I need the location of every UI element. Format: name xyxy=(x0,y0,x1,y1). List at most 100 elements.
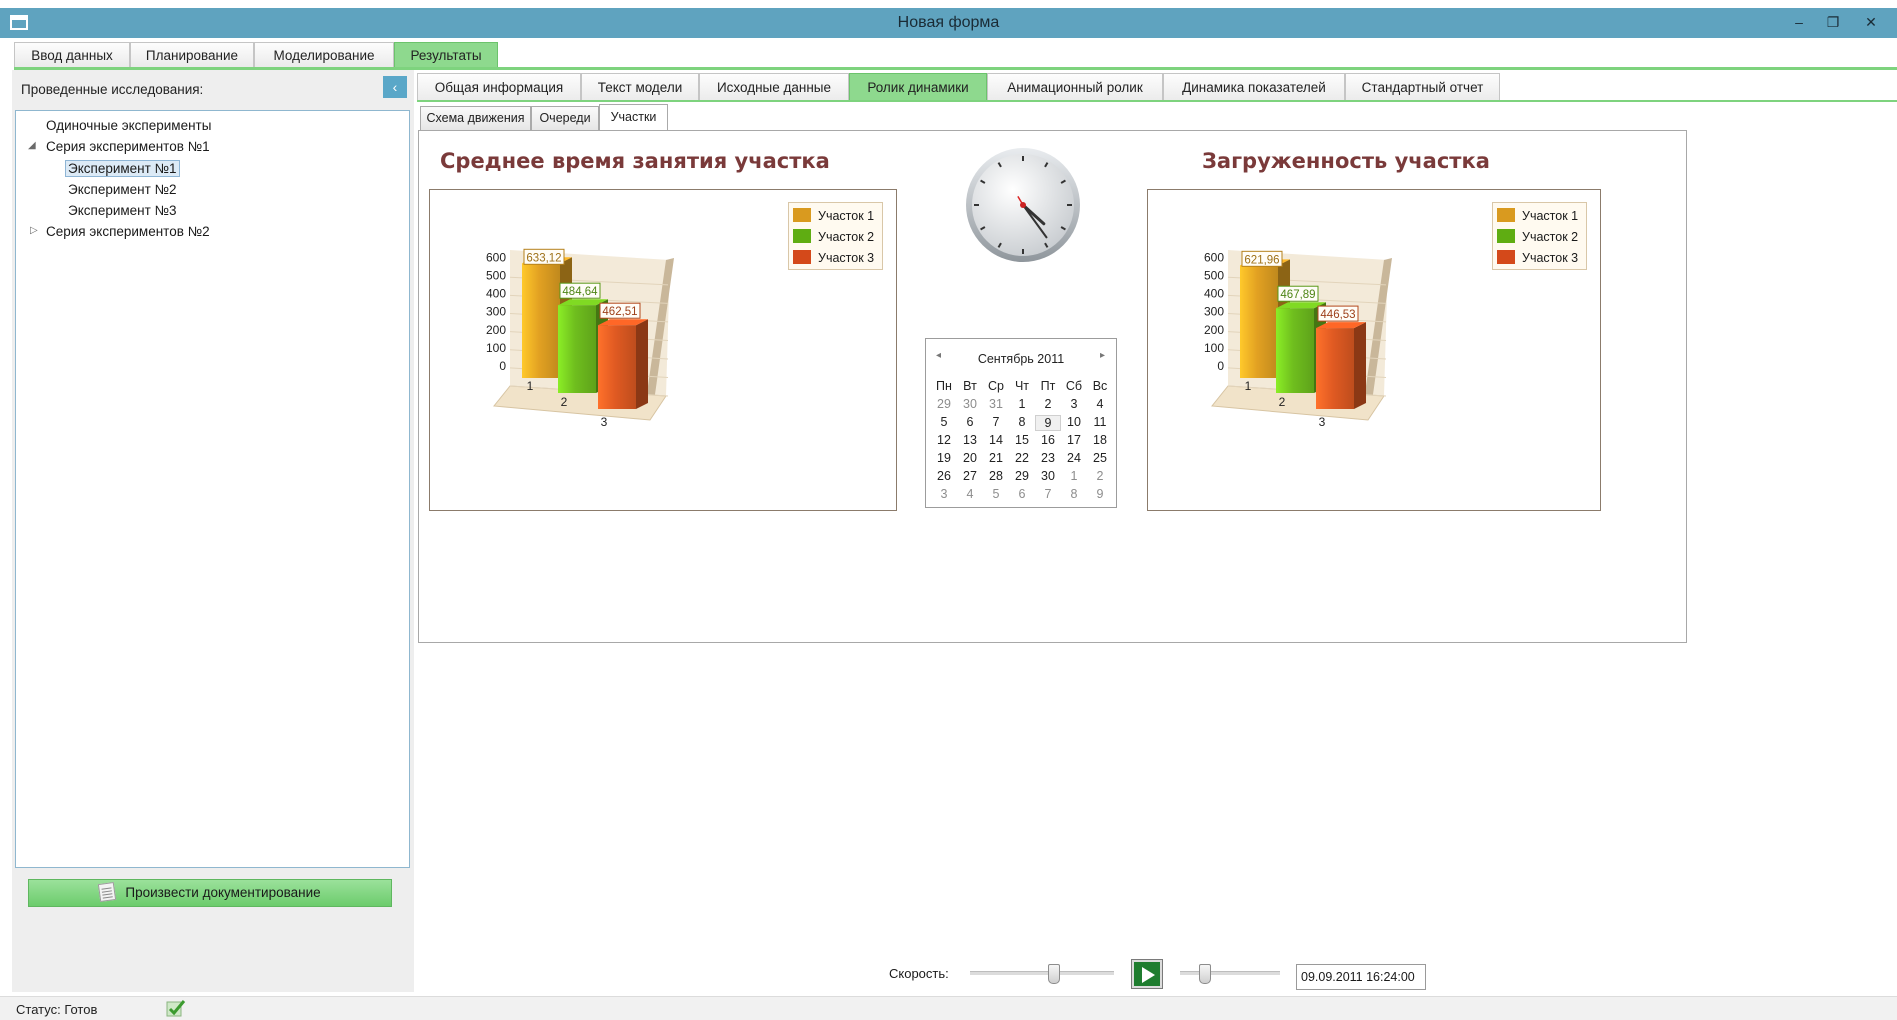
calendar-day[interactable]: 30 xyxy=(1035,469,1061,483)
speed-slider[interactable] xyxy=(970,971,1114,975)
results-tabs-divider xyxy=(417,100,1897,102)
window-title: Новая форма xyxy=(897,14,1000,31)
calendar-day[interactable]: 5 xyxy=(931,415,957,429)
calendar-day[interactable]: 22 xyxy=(1009,451,1035,465)
calendar-day-of-week: Пн xyxy=(936,379,952,393)
restore-button[interactable]: ❐ xyxy=(1820,12,1846,32)
calendar-day[interactable]: 17 xyxy=(1061,433,1087,447)
calendar-day[interactable]: 13 xyxy=(957,433,983,447)
tab-modeling[interactable]: Моделирование xyxy=(254,42,394,68)
calendar-day[interactable]: 6 xyxy=(957,415,983,429)
calendar-day-of-week: Чт xyxy=(1014,379,1030,393)
calendar-day[interactable]: 23 xyxy=(1035,451,1061,465)
calendar-day[interactable]: 16 xyxy=(1035,433,1061,447)
calendar-day[interactable]: 26 xyxy=(931,469,957,483)
calendar-day-of-week: Сб xyxy=(1065,379,1083,393)
tab-standard-report[interactable]: Стандартный отчет xyxy=(1345,73,1500,101)
bar-side xyxy=(1354,322,1366,409)
tree-item-experiment-2[interactable]: Эксперимент №2 xyxy=(68,182,177,197)
calendar-day[interactable]: 25 xyxy=(1087,451,1113,465)
calendar-day[interactable]: 7 xyxy=(1035,487,1061,501)
close-button[interactable]: ✕ xyxy=(1858,12,1884,32)
x-tick-label: 3 xyxy=(601,415,608,429)
calendar-day-of-week: Вс xyxy=(1092,379,1108,393)
timeline-slider[interactable] xyxy=(1180,971,1280,975)
calendar-day[interactable]: 18 xyxy=(1087,433,1113,447)
tab-general-info[interactable]: Общая информация xyxy=(417,73,581,101)
legend-item-section-1: Участок 1 xyxy=(793,206,874,226)
tab-queues[interactable]: Очереди xyxy=(531,106,599,130)
y-tick-label: 300 xyxy=(1204,305,1224,319)
calendar-day[interactable]: 30 xyxy=(957,397,983,411)
calendar-day[interactable]: 4 xyxy=(957,487,983,501)
legend-label: Участок 3 xyxy=(818,251,875,265)
legend-label: Участок 3 xyxy=(1522,251,1579,265)
calendar-day[interactable]: 8 xyxy=(1061,487,1087,501)
tree-item-experiment-1[interactable]: Эксперимент №1 xyxy=(65,160,180,177)
tab-indicator-dynamics[interactable]: Динамика показателей xyxy=(1163,73,1345,101)
datetime-field[interactable]: 09.09.2011 16:24:00 xyxy=(1296,964,1426,990)
calendar-day[interactable]: 9 xyxy=(1035,415,1061,431)
calendar-day[interactable]: 2 xyxy=(1035,397,1061,411)
tab-data-input[interactable]: Ввод данных xyxy=(14,42,130,68)
tab-model-text[interactable]: Текст модели xyxy=(581,73,699,101)
clock-center xyxy=(1020,202,1026,208)
calendar-day[interactable]: 8 xyxy=(1009,415,1035,429)
calendar-day[interactable]: 1 xyxy=(1009,397,1035,411)
calendar-day[interactable]: 4 xyxy=(1087,397,1113,411)
calendar-next-button[interactable]: ▸ xyxy=(1100,350,1105,361)
status-text: Статус: Готов xyxy=(16,1002,98,1017)
calendar-day[interactable]: 10 xyxy=(1061,415,1087,429)
collapse-panel-button[interactable]: ‹ xyxy=(383,76,407,98)
speed-slider-thumb[interactable] xyxy=(1047,964,1060,984)
tab-animation-clip[interactable]: Анимационный ролик xyxy=(987,73,1163,101)
tree-item-experiment-3[interactable]: Эксперимент №3 xyxy=(68,203,177,218)
play-button[interactable] xyxy=(1131,959,1163,989)
y-tick-label: 600 xyxy=(486,250,506,264)
tab-results[interactable]: Результаты xyxy=(394,42,498,68)
calendar-day[interactable]: 5 xyxy=(983,487,1009,501)
bar xyxy=(1276,308,1314,393)
calendar-day[interactable]: 15 xyxy=(1009,433,1035,447)
calendar-day[interactable]: 31 xyxy=(983,397,1009,411)
calendar-day[interactable]: 14 xyxy=(983,433,1009,447)
calendar-day[interactable]: 29 xyxy=(1009,469,1035,483)
tree-item-series-1[interactable]: Серия экспериментов №1 xyxy=(46,139,210,154)
calendar-month-header[interactable]: Сентябрь 2011 xyxy=(926,352,1116,366)
legend-swatch xyxy=(793,250,811,264)
calendar-day[interactable]: 2 xyxy=(1087,469,1113,483)
legend-swatch xyxy=(1497,229,1515,243)
chart-load-legend: Участок 1 Участок 2 Участок 3 xyxy=(1492,202,1587,270)
tab-source-data[interactable]: Исходные данные xyxy=(699,73,849,101)
calendar-day[interactable]: 21 xyxy=(983,451,1009,465)
calendar-day[interactable]: 19 xyxy=(931,451,957,465)
calendar-day[interactable]: 6 xyxy=(1009,487,1035,501)
tab-planning[interactable]: Планирование xyxy=(130,42,254,68)
calendar-day[interactable]: 1 xyxy=(1061,469,1087,483)
timeline-slider-thumb[interactable] xyxy=(1199,964,1211,984)
legend-item-section-1: Участок 1 xyxy=(1497,206,1578,226)
calendar-day[interactable]: 7 xyxy=(983,415,1009,429)
tab-movement-scheme[interactable]: Схема движения xyxy=(420,106,531,130)
tree-expanded-icon[interactable]: ◢ xyxy=(28,140,36,151)
tab-sections[interactable]: Участки xyxy=(599,104,668,130)
calendar-day[interactable]: 3 xyxy=(1061,397,1087,411)
bar xyxy=(1316,328,1354,409)
calendar-day[interactable]: 29 xyxy=(931,397,957,411)
calendar-day[interactable]: 20 xyxy=(957,451,983,465)
calendar-day[interactable]: 12 xyxy=(931,433,957,447)
minimize-button[interactable]: – xyxy=(1786,12,1812,32)
calendar-day[interactable]: 3 xyxy=(931,487,957,501)
calendar-day[interactable]: 28 xyxy=(983,469,1009,483)
tree-item-series-2[interactable]: Серия экспериментов №2 xyxy=(46,224,210,239)
documentation-button[interactable]: Произвести документирование xyxy=(28,879,392,907)
calendar-day[interactable]: 9 xyxy=(1087,487,1113,501)
tree-item-single-experiments[interactable]: Одиночные эксперименты xyxy=(46,118,211,133)
tab-dynamics-clip[interactable]: Ролик динамики xyxy=(849,73,987,101)
bar xyxy=(1240,265,1278,378)
chart-title-avg-time: Среднее время занятия участка xyxy=(440,149,830,173)
tree-collapsed-icon[interactable]: ▷ xyxy=(30,225,38,236)
calendar-day[interactable]: 27 xyxy=(957,469,983,483)
calendar-day[interactable]: 11 xyxy=(1087,415,1113,429)
calendar-day[interactable]: 24 xyxy=(1061,451,1087,465)
